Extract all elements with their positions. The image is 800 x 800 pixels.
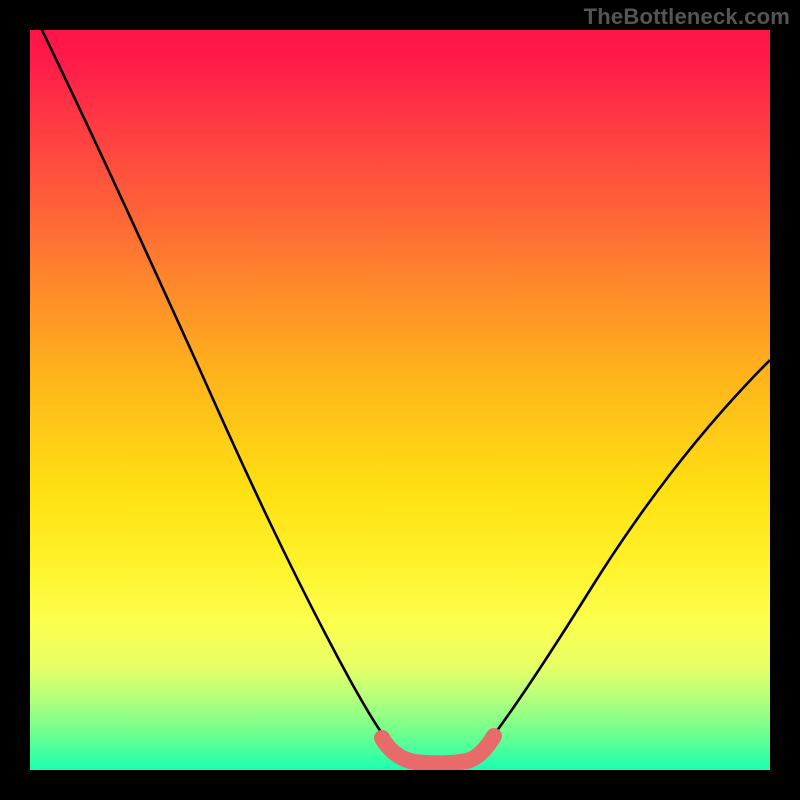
plot-area bbox=[30, 30, 770, 770]
curve-layer bbox=[30, 30, 770, 770]
chart-frame: TheBottleneck.com bbox=[0, 0, 800, 800]
trough-marker-path bbox=[382, 736, 494, 763]
watermark-text: TheBottleneck.com bbox=[584, 4, 790, 30]
bottleneck-curve-path bbox=[42, 30, 770, 764]
